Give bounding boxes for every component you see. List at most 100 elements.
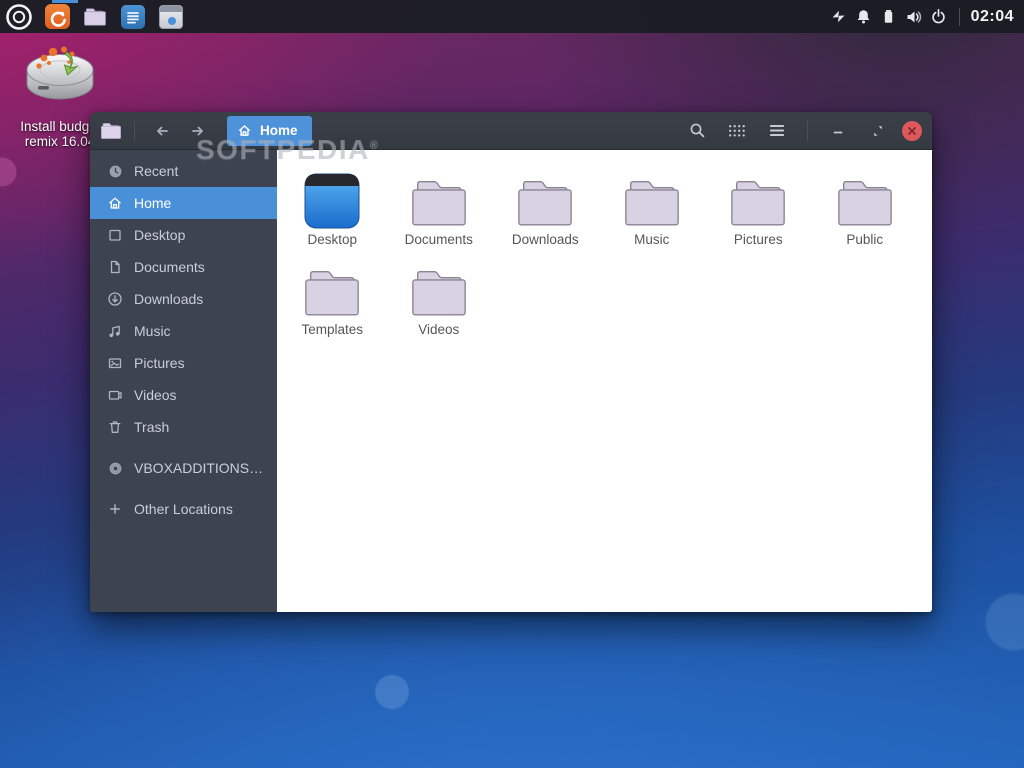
forward-arrow-icon [190, 123, 206, 139]
sidebar-item-label: Other Locations [134, 501, 233, 517]
sidebar-item-label: Downloads [134, 291, 203, 307]
optical-disc-icon [107, 460, 123, 476]
location-home-button[interactable]: Home [227, 116, 312, 146]
minimize-icon [831, 124, 845, 138]
files-launcher[interactable] [80, 2, 110, 32]
browser-launcher[interactable] [42, 2, 72, 32]
file-item-label: Downloads [512, 232, 579, 248]
folder-icon [408, 177, 470, 229]
files-app-icon [100, 122, 122, 140]
sidebar-item-pictures[interactable]: Pictures [90, 347, 277, 379]
picture-icon [107, 355, 123, 371]
file-item-public[interactable]: Public [812, 158, 919, 248]
sidebar-item-videos[interactable]: Videos [90, 379, 277, 411]
file-item-label: Videos [418, 322, 459, 338]
sidebar-item-music[interactable]: Music [90, 315, 277, 347]
file-item-documents[interactable]: Documents [386, 158, 493, 248]
sidebar-item-downloads[interactable]: Downloads [90, 283, 277, 315]
recent-clock-icon [107, 163, 123, 179]
grid-view-icon [728, 124, 746, 138]
software-launcher[interactable] [156, 2, 186, 32]
sidebar-item-trash[interactable]: Trash [90, 411, 277, 443]
restore-button[interactable] [862, 117, 894, 145]
file-item-label: Music [634, 232, 669, 248]
sidebar-item-label: Home [134, 195, 171, 211]
panel-launchers [0, 2, 186, 32]
install-disk-icon [22, 44, 98, 112]
headerbar-separator [134, 121, 135, 141]
browser-swirl-icon [45, 4, 70, 29]
window-headerbar: Home [90, 112, 932, 150]
sidebar-item-other-locations[interactable]: Other Locations [90, 493, 277, 525]
sidebar-item-label: VBOXADDITIONS… [134, 460, 263, 476]
home-icon [107, 195, 123, 211]
active-app-indicator [52, 0, 78, 3]
folder-icon [621, 177, 683, 229]
network-arrows-icon[interactable] [830, 8, 848, 26]
folder-icon [727, 177, 789, 229]
restore-icon [871, 124, 885, 138]
grid-view-button[interactable] [721, 117, 753, 145]
panel-status-area: 02:04 [830, 8, 1024, 26]
file-item-label: Desktop [307, 232, 357, 248]
download-circle-icon [107, 291, 123, 307]
file-item-pictures[interactable]: Pictures [705, 158, 812, 248]
file-item-downloads[interactable]: Downloads [492, 158, 599, 248]
file-icon-grid: Desktop Documents Downloads [279, 158, 927, 338]
back-button[interactable] [147, 117, 177, 145]
minimize-button[interactable] [822, 117, 854, 145]
top-panel: 02:04 [0, 0, 1024, 33]
menu-icon [769, 124, 785, 137]
music-note-icon [107, 323, 123, 339]
file-item-videos[interactable]: Videos [386, 248, 493, 338]
sidebar-item-label: Recent [134, 163, 178, 179]
text-editor-launcher[interactable] [118, 2, 148, 32]
folder-icon [301, 267, 363, 319]
files-folder-icon [83, 7, 107, 27]
places-sidebar: Recent Home Desktop Documents [90, 150, 277, 612]
file-manager-window: Home [90, 112, 932, 612]
file-item-music[interactable]: Music [599, 158, 706, 248]
folder-icon [408, 267, 470, 319]
document-icon [107, 259, 123, 275]
file-item-templates[interactable]: Templates [279, 248, 386, 338]
sidebar-item-vboxadditions[interactable]: VBOXADDITIONS… [90, 452, 277, 484]
sidebar-item-label: Desktop [134, 227, 185, 243]
headerbar-right [681, 117, 922, 145]
folder-icon [514, 177, 576, 229]
file-item-desktop[interactable]: Desktop [279, 158, 386, 248]
search-button[interactable] [681, 117, 713, 145]
battery-icon[interactable] [880, 8, 898, 26]
panel-clock[interactable]: 02:04 [971, 8, 1014, 26]
sidebar-item-recent[interactable]: Recent [90, 155, 277, 187]
file-item-label: Public [846, 232, 883, 248]
sidebar-item-label: Videos [134, 387, 177, 403]
panel-separator [959, 8, 960, 26]
close-icon [906, 125, 918, 137]
sidebar-item-documents[interactable]: Documents [90, 251, 277, 283]
power-icon[interactable] [930, 8, 948, 26]
volume-icon[interactable] [905, 8, 923, 26]
headerbar-left: Home [100, 116, 312, 146]
sidebar-item-label: Documents [134, 259, 205, 275]
sidebar-item-label: Pictures [134, 355, 185, 371]
home-icon [237, 123, 252, 138]
headerbar-separator-2 [807, 121, 808, 141]
notifications-bell-icon[interactable] [855, 8, 873, 26]
desktop-wallpaper-folder-icon [304, 173, 360, 229]
sidebar-item-desktop[interactable]: Desktop [90, 219, 277, 251]
file-view: Desktop Documents Downloads [277, 150, 932, 612]
budgie-menu-button[interactable] [4, 2, 34, 32]
forward-button[interactable] [183, 117, 213, 145]
close-button[interactable] [902, 121, 922, 141]
desktop-background: { "panel": { "clock": "02:04", "launcher… [0, 0, 1024, 768]
window-menu-button[interactable] [761, 117, 793, 145]
file-item-label: Pictures [734, 232, 783, 248]
sidebar-item-home[interactable]: Home [90, 187, 277, 219]
sidebar-item-label: Trash [134, 419, 169, 435]
trash-icon [107, 419, 123, 435]
document-lines-icon [121, 5, 145, 29]
location-home-label: Home [260, 123, 298, 138]
folder-icon [834, 177, 896, 229]
file-item-label: Templates [301, 322, 363, 338]
